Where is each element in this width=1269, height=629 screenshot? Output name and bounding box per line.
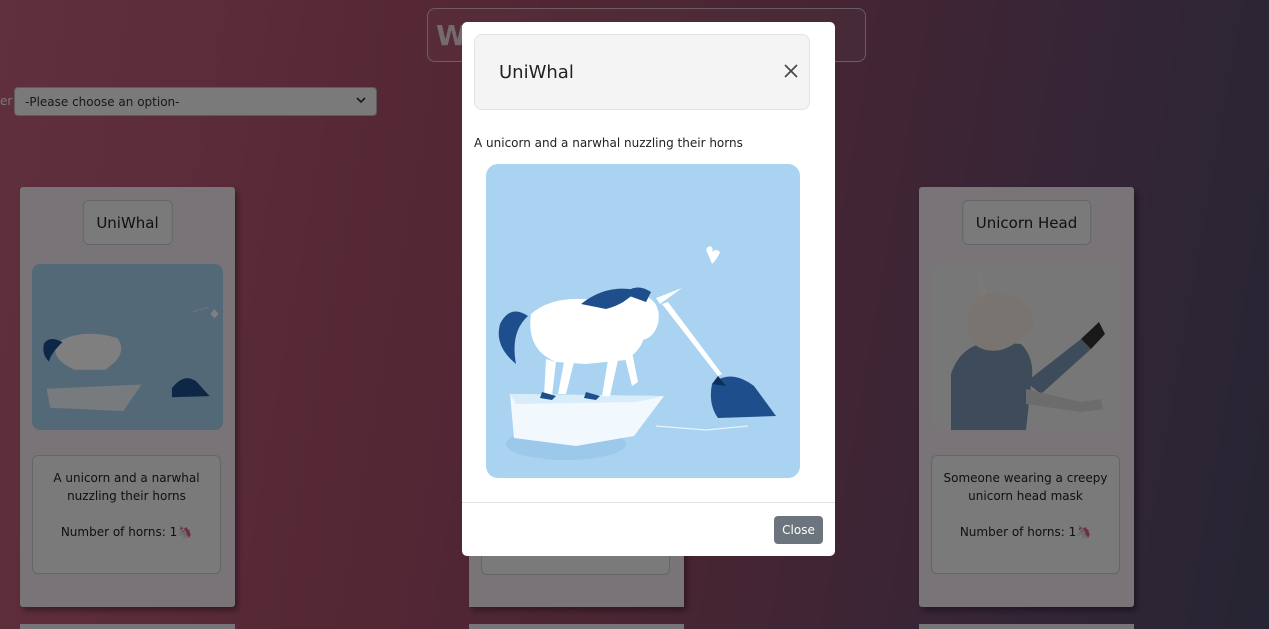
close-button[interactable]: Close bbox=[774, 516, 823, 544]
modal-title: UniWhal bbox=[499, 62, 574, 83]
modal-description: A unicorn and a narwhal nuzzling their h… bbox=[474, 136, 743, 150]
modal-dialog: UniWhal A unicorn and a narwhal nuzzling… bbox=[462, 22, 835, 556]
modal-footer-divider bbox=[462, 502, 835, 503]
close-icon[interactable] bbox=[783, 63, 799, 79]
unicorn-narwhal-image bbox=[486, 164, 800, 478]
modal-header: UniWhal bbox=[474, 34, 810, 110]
